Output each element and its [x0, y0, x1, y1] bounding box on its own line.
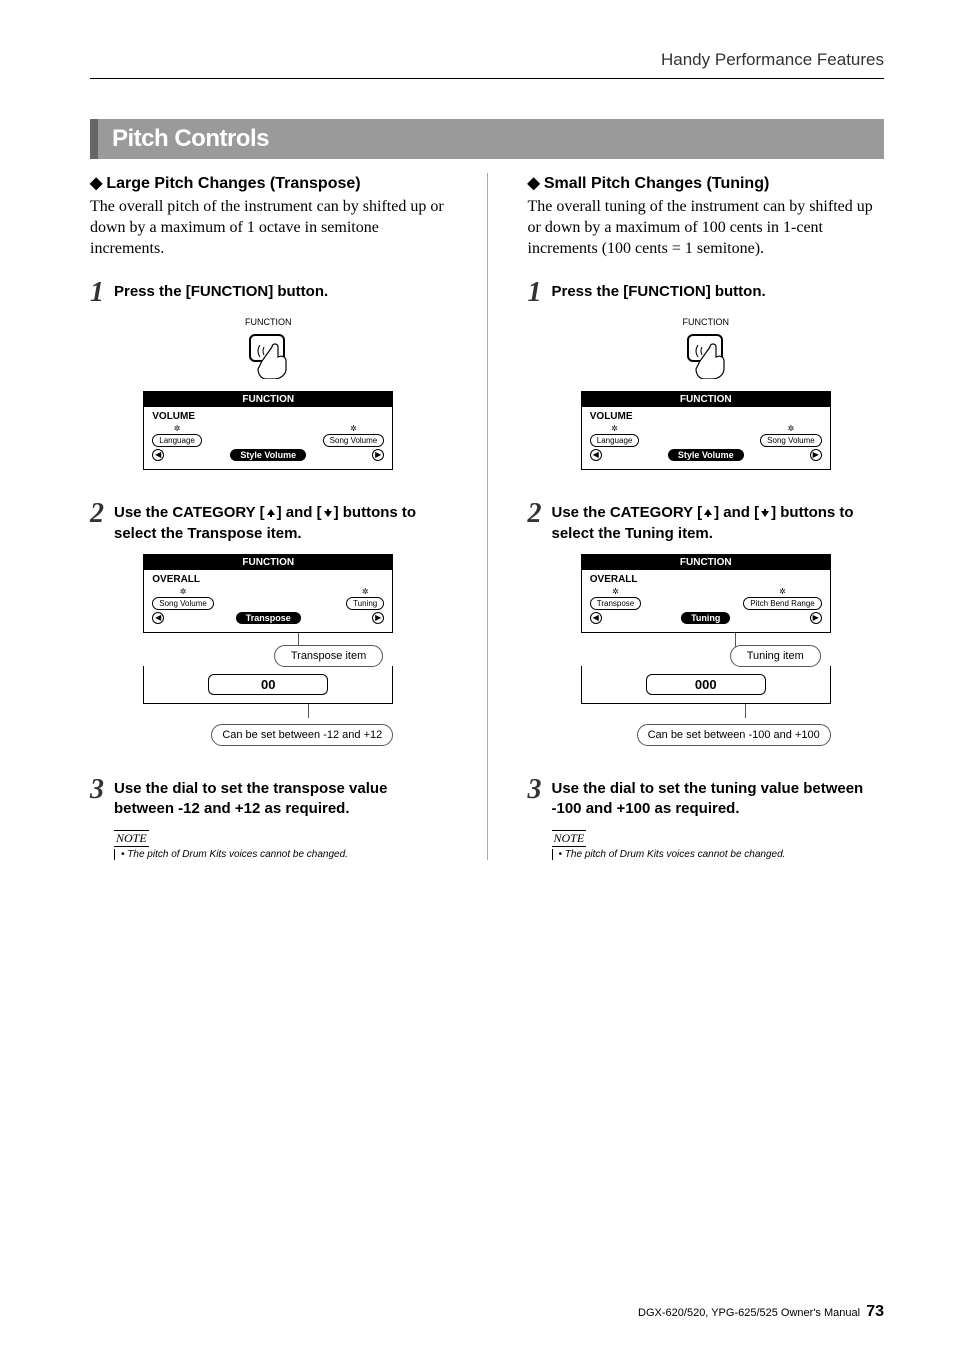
lcd-title: FUNCTION: [582, 555, 830, 570]
step-text-a: Use the CATEGORY [: [114, 504, 265, 521]
column-divider: [487, 173, 488, 860]
note-box: NOTE • The pitch of Drum Kits voices can…: [552, 829, 885, 860]
lcd-left-item: Transpose: [590, 597, 642, 610]
arrow-left-icon: ◀: [590, 449, 602, 461]
lcd-right-item: Song Volume: [323, 434, 385, 447]
step-text: Use the CATEGORY [] and [] buttons to se…: [114, 500, 447, 544]
callout-item-label: Transpose item: [274, 645, 383, 667]
lcd-value: 000: [646, 674, 766, 695]
tuning-step2: 2 Use the CATEGORY [] and [] buttons to …: [528, 500, 885, 544]
subheading-text: Large Pitch Changes (Transpose): [106, 175, 360, 192]
fig-lcd-transpose: FUNCTION OVERALL ✲Song Volume ✲Tuning ◀ …: [90, 554, 447, 746]
transpose-intro: The overall pitch of the instrument can …: [90, 197, 447, 259]
lcd-title: FUNCTION: [144, 392, 392, 407]
step-text: Use the dial to set the transpose value …: [114, 776, 447, 820]
step-text-a: Use the CATEGORY [: [552, 504, 703, 521]
step-text: Press the [FUNCTION] button.: [114, 279, 328, 302]
category-up-icon: [702, 507, 714, 519]
transpose-step2: 2 Use the CATEGORY [] and [] buttons to …: [90, 500, 447, 544]
lcd-center-item: Style Volume: [668, 449, 744, 461]
page-footer: DGX-620/520, YPG-625/525 Owner's Manual …: [638, 1303, 884, 1321]
fig-lcd-tuning: FUNCTION OVERALL ✲Transpose ✲Pitch Bend …: [528, 554, 885, 746]
note-label: NOTE: [114, 830, 149, 847]
transpose-step3: 3 Use the dial to set the transpose valu…: [90, 776, 447, 820]
column-tuning: ◆Small Pitch Changes (Tuning) The overal…: [528, 173, 885, 860]
step-number: 1: [528, 279, 542, 307]
lcd-title: FUNCTION: [144, 555, 392, 570]
section-title: Pitch Controls: [90, 119, 884, 159]
step-text: Use the dial to set the tuning value bet…: [552, 776, 885, 820]
button-press-icon: [666, 329, 746, 379]
lcd-category: VOLUME: [590, 411, 822, 422]
step-text: Press the [FUNCTION] button.: [552, 279, 766, 302]
step-text-b: ] and [: [277, 504, 322, 521]
arrow-left-icon: ◀: [590, 612, 602, 624]
diamond-icon: ◆: [528, 173, 540, 193]
step-text: Use the CATEGORY [] and [] buttons to se…: [552, 500, 885, 544]
arrow-right-icon: ▶: [810, 449, 822, 461]
page-number: 73: [866, 1303, 884, 1320]
step-number: 2: [528, 500, 542, 528]
function-label: FUNCTION: [218, 317, 318, 327]
step-text-b: ] and [: [714, 504, 759, 521]
running-header: Handy Performance Features: [90, 50, 884, 70]
manual-title: DGX-620/520, YPG-625/525 Owner's Manual: [638, 1307, 860, 1319]
lcd-center-item: Transpose: [236, 612, 301, 624]
lcd-left-item: Language: [152, 434, 202, 447]
lcd-right-item: Pitch Bend Range: [743, 597, 822, 610]
arrow-right-icon: ▶: [372, 449, 384, 461]
subheading-transpose: ◆Large Pitch Changes (Transpose): [90, 173, 447, 193]
category-down-icon: [759, 507, 771, 519]
subheading-text: Small Pitch Changes (Tuning): [544, 175, 770, 192]
callout-range: Can be set between -12 and +12: [211, 724, 393, 746]
arrow-right-icon: ▶: [810, 612, 822, 624]
lcd-left-item: Language: [590, 434, 640, 447]
lcd-value-area: 000: [581, 666, 831, 704]
note-text: • The pitch of Drum Kits voices cannot b…: [114, 849, 447, 860]
column-transpose: ◆Large Pitch Changes (Transpose) The ove…: [90, 173, 447, 860]
lcd-screen-1: FUNCTION VOLUME ✲Language ✲Song Volume ◀…: [581, 391, 831, 470]
callout-item-label: Tuning item: [730, 645, 821, 667]
tuning-intro: The overall tuning of the instrument can…: [528, 197, 885, 259]
lcd-right-item: Song Volume: [760, 434, 822, 447]
step-number: 2: [90, 500, 104, 528]
lcd-category: VOLUME: [152, 411, 384, 422]
lcd-center-item: Style Volume: [230, 449, 306, 461]
fig-function-button: FUNCTION FUNCTION VOLUME ✲Language: [528, 317, 885, 470]
tuning-step3: 3 Use the dial to set the tuning value b…: [528, 776, 885, 820]
lcd-center-item: Tuning: [681, 612, 730, 624]
arrow-left-icon: ◀: [152, 449, 164, 461]
function-label: FUNCTION: [656, 317, 756, 327]
fig-function-button: FUNCTION FUNCTION VOLUME ✲Language: [90, 317, 447, 470]
category-down-icon: [322, 507, 334, 519]
lcd-left-item: Song Volume: [152, 597, 214, 610]
step-number: 3: [528, 776, 542, 804]
arrow-left-icon: ◀: [152, 612, 164, 624]
note-label: NOTE: [552, 830, 587, 847]
header-rule: [90, 78, 884, 79]
lcd-title: FUNCTION: [582, 392, 830, 407]
lcd-category: OVERALL: [590, 574, 822, 585]
category-up-icon: [265, 507, 277, 519]
diamond-icon: ◆: [90, 173, 102, 193]
note-text: • The pitch of Drum Kits voices cannot b…: [552, 849, 885, 860]
lcd-value: 00: [208, 674, 328, 695]
tuning-step1: 1 Press the [FUNCTION] button.: [528, 279, 885, 307]
lcd-right-item: Tuning: [346, 597, 384, 610]
transpose-step1: 1 Press the [FUNCTION] button.: [90, 279, 447, 307]
arrow-right-icon: ▶: [372, 612, 384, 624]
button-press-icon: [228, 329, 308, 379]
lcd-screen-2: FUNCTION OVERALL ✲Song Volume ✲Tuning ◀ …: [143, 554, 393, 633]
subheading-tuning: ◆Small Pitch Changes (Tuning): [528, 173, 885, 193]
step-number: 3: [90, 776, 104, 804]
lcd-value-area: 00: [143, 666, 393, 704]
lcd-category: OVERALL: [152, 574, 384, 585]
lcd-screen-1: FUNCTION VOLUME ✲Language ✲Song Volume ◀…: [143, 391, 393, 470]
note-box: NOTE • The pitch of Drum Kits voices can…: [114, 829, 447, 860]
step-number: 1: [90, 279, 104, 307]
lcd-screen-2: FUNCTION OVERALL ✲Transpose ✲Pitch Bend …: [581, 554, 831, 633]
callout-range: Can be set between -100 and +100: [637, 724, 831, 746]
